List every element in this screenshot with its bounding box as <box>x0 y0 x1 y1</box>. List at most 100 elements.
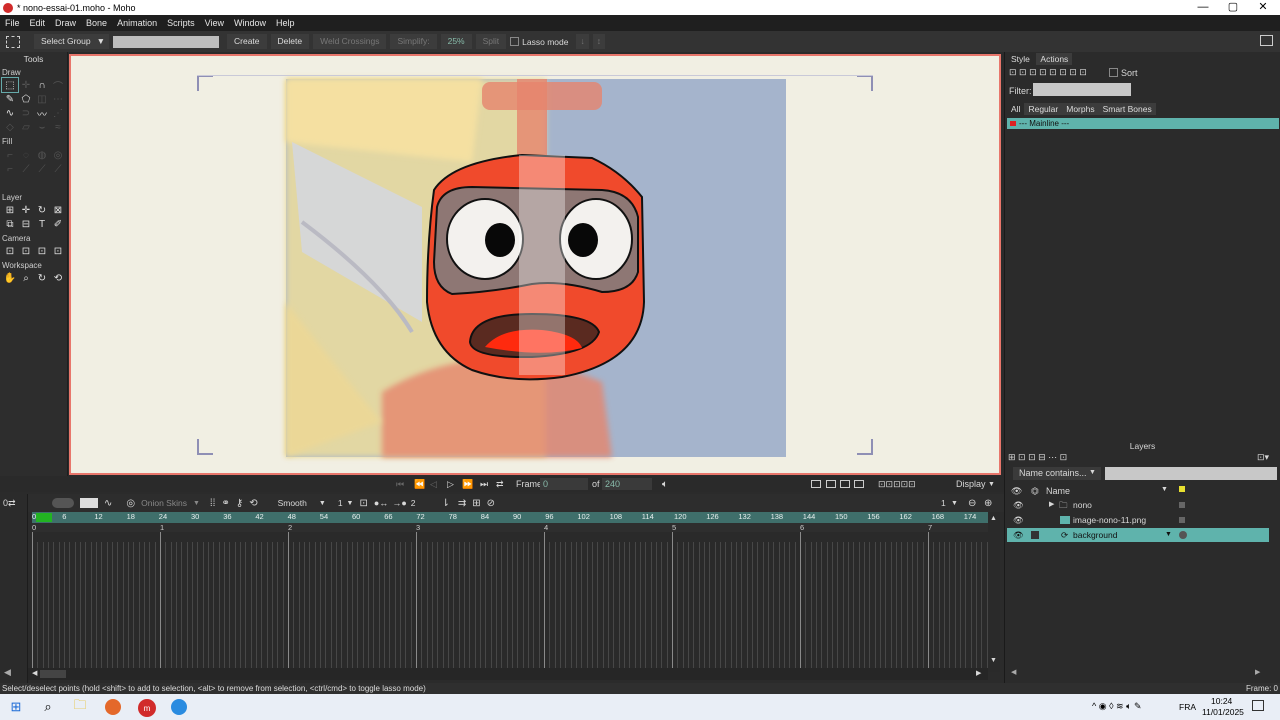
freehand-tool-icon[interactable]: ✎ <box>2 92 18 106</box>
hscroll-thumb[interactable] <box>40 670 66 678</box>
next-frame-icon[interactable]: ⏩ <box>462 479 473 490</box>
menu-help[interactable]: Help <box>271 18 300 28</box>
magnet-tool-icon[interactable]: ⊃ <box>18 106 34 120</box>
eyedropper-tool-icon[interactable]: ✐ <box>50 217 66 231</box>
moho-taskbar-icon[interactable]: m <box>138 699 156 717</box>
stroke-exposure-tool-icon[interactable]: ⟋ <box>34 162 50 176</box>
transform-points-tool-icon[interactable]: ✛ <box>18 78 34 92</box>
menu-bone[interactable]: Bone <box>81 18 112 28</box>
create-shape-tool-icon[interactable]: ◌ <box>18 148 34 162</box>
select-group-dropdown[interactable]: Select Group ▼ <box>34 34 109 49</box>
simplify-button[interactable]: Simplify: <box>390 34 437 49</box>
orbit-workspace-icon[interactable]: ⟲ <box>50 271 66 285</box>
layer-row-background[interactable]: 👁︎ ⟳ background ▼ <box>1007 528 1269 542</box>
layer-search-input[interactable] <box>1105 467 1277 480</box>
layer-row-image-nono-11[interactable]: 👁︎ image-nono-11.png <box>1007 513 1269 527</box>
timeline-horizontal-scrollbar[interactable]: ◀ ▶ <box>28 668 988 680</box>
tray-icons[interactable]: ^ ◉ ◊ ≋ 🔈︎ ✎ <box>1092 701 1142 712</box>
panel-layout-icon[interactable] <box>1260 35 1273 46</box>
windows-start-icon[interactable]: ⊞ <box>8 699 24 715</box>
layer-flip-tool-icon[interactable]: ⊟ <box>18 217 34 231</box>
mainline-row[interactable]: --- Mainline --- <box>1007 118 1279 129</box>
layers-scroll-right-icon[interactable]: ▶ <box>1255 668 1260 676</box>
simplify-value-field[interactable]: 25% <box>440 34 472 49</box>
name-header[interactable]: Name <box>1046 486 1070 496</box>
menu-window[interactable]: Window <box>229 18 271 28</box>
notification-icon[interactable] <box>1252 700 1264 711</box>
layer-visibility-icon[interactable]: 👁︎ <box>1013 513 1024 527</box>
eraser-tool-icon[interactable]: ◫ <box>34 92 50 106</box>
timeline-vertical-scrollbar[interactable]: ▲ ▼ <box>988 512 1000 672</box>
timeline-body[interactable] <box>32 532 988 668</box>
view-split-icon[interactable] <box>826 480 836 488</box>
delete-edge-tool-icon[interactable]: ◎ <box>50 148 66 162</box>
lasso-mode-checkbox[interactable] <box>510 37 520 46</box>
playhead-marker[interactable] <box>36 513 52 522</box>
loop-icon[interactable]: ⇄ <box>496 479 504 490</box>
filter-input[interactable] <box>1033 83 1131 96</box>
line-width-tool-icon[interactable]: ⌐ <box>2 162 18 176</box>
keyframe-strip-icon[interactable] <box>80 498 98 508</box>
layer-shear-tool-icon[interactable]: ⊠ <box>50 203 66 217</box>
keys-value[interactable]: 2 <box>411 498 416 508</box>
sort-checkbox[interactable] <box>1109 68 1118 77</box>
file-explorer-icon[interactable]: 🗀︎ <box>72 697 88 715</box>
group-name-field[interactable] <box>113 35 219 48</box>
interp-value[interactable]: 1 <box>338 498 343 508</box>
curve-tool-icon[interactable]: 〰 <box>34 106 50 121</box>
curve-exposure-tool-icon[interactable]: ⟋ <box>50 162 66 176</box>
rewind-icon[interactable]: ⏮ <box>396 479 404 490</box>
name-contains-chevron-icon[interactable]: ▼ <box>1089 469 1096 476</box>
layers-menu-icon[interactable]: ⊡▾ <box>1257 452 1269 463</box>
search-icon[interactable]: ⌕ <box>40 699 56 715</box>
clock-date[interactable]: 11/01/2025 <box>1202 707 1244 717</box>
total-frames-input[interactable]: 240 <box>602 478 652 490</box>
add-point-tool-icon[interactable]: ∩ <box>34 78 50 92</box>
layer-visibility-icon[interactable]: 👁︎ <box>1013 498 1024 512</box>
copy-keys-icon[interactable]: ⊞ <box>472 498 480 509</box>
maximize-button[interactable]: ▢ <box>1218 0 1248 15</box>
interpolation-chevron-icon[interactable]: ▼ <box>319 500 326 507</box>
scroll-down-icon[interactable]: ▼ <box>990 657 997 664</box>
bend-tool-icon[interactable]: ⌣ <box>34 120 50 134</box>
bone-key-icon[interactable]: ⚭ <box>221 498 229 509</box>
edge-icon[interactable] <box>171 699 187 715</box>
menu-draw[interactable]: Draw <box>50 18 81 28</box>
layers-scroll-left-icon[interactable]: ◀ <box>1011 668 1016 676</box>
curvature-tool-icon[interactable]: ⌒ <box>50 78 66 93</box>
layer-color-swatch[interactable] <box>1179 517 1185 523</box>
sound-icon[interactable]: 🔈︎ <box>662 479 668 490</box>
prev-key-icon[interactable]: ◁ <box>430 479 437 490</box>
layer-row-nono[interactable]: 👁︎ ▶ 🗀︎ nono <box>1007 498 1269 512</box>
onion-chevron-icon[interactable]: ▼ <box>193 500 200 507</box>
select-keys-icon[interactable]: ⇉ <box>458 498 466 509</box>
select-shape-tool-icon[interactable]: ⌐ <box>2 148 18 162</box>
tab-actions[interactable]: Actions <box>1036 53 1073 65</box>
tab-style[interactable]: Style <box>1007 53 1034 65</box>
forward-end-icon[interactable]: ⏭ <box>480 479 488 490</box>
insert-frame-icon[interactable]: ⇂ <box>441 498 449 509</box>
menu-scripts[interactable]: Scripts <box>162 18 200 28</box>
history-icon[interactable]: ⟲ <box>249 498 257 509</box>
hide-edge-tool-icon[interactable]: ⟋ <box>18 162 34 176</box>
expand-arrow-icon[interactable]: ▶ <box>1049 498 1054 512</box>
zoom-in-icon[interactable]: ⊕ <box>984 498 992 509</box>
name-header-chevron-icon[interactable]: ▼ <box>1161 486 1168 493</box>
rotate-layer-tool-icon[interactable]: ↻ <box>34 203 50 217</box>
split-button[interactable]: Split <box>475 34 507 49</box>
canvas-stage[interactable] <box>69 54 1001 475</box>
layer-actions-icons[interactable]: ⊞ ⊡ ⊡ ⊟ ⋯ ⊡ <box>1008 452 1067 463</box>
frame-input[interactable]: 0 <box>540 478 588 490</box>
frame-box-icon[interactable]: ⊡ <box>359 498 367 509</box>
track-camera-icon[interactable]: ⊡ <box>2 244 18 258</box>
perspective-tool-icon[interactable]: ◇ <box>2 120 18 134</box>
action-tools-icons[interactable]: ⊡ ⊡ ⊡ ⊡ ⊡ ⊡ ⊡ ⊡ <box>1009 67 1087 78</box>
onion-skins-label[interactable]: Onion Skins <box>141 498 187 508</box>
quality-options-icon[interactable]: ⊡⊡⊡⊡⊡ <box>878 479 916 490</box>
language-indicator[interactable]: FRA <box>1179 702 1196 712</box>
flip-down-icon[interactable]: ↓ <box>576 34 589 49</box>
display-chevron-icon[interactable]: ▼ <box>988 481 995 488</box>
layer-lock-icon[interactable] <box>1031 531 1039 539</box>
channels-icon[interactable]: 0⇄ <box>3 498 16 509</box>
timeline-zoom-value[interactable]: 1 <box>941 498 946 508</box>
